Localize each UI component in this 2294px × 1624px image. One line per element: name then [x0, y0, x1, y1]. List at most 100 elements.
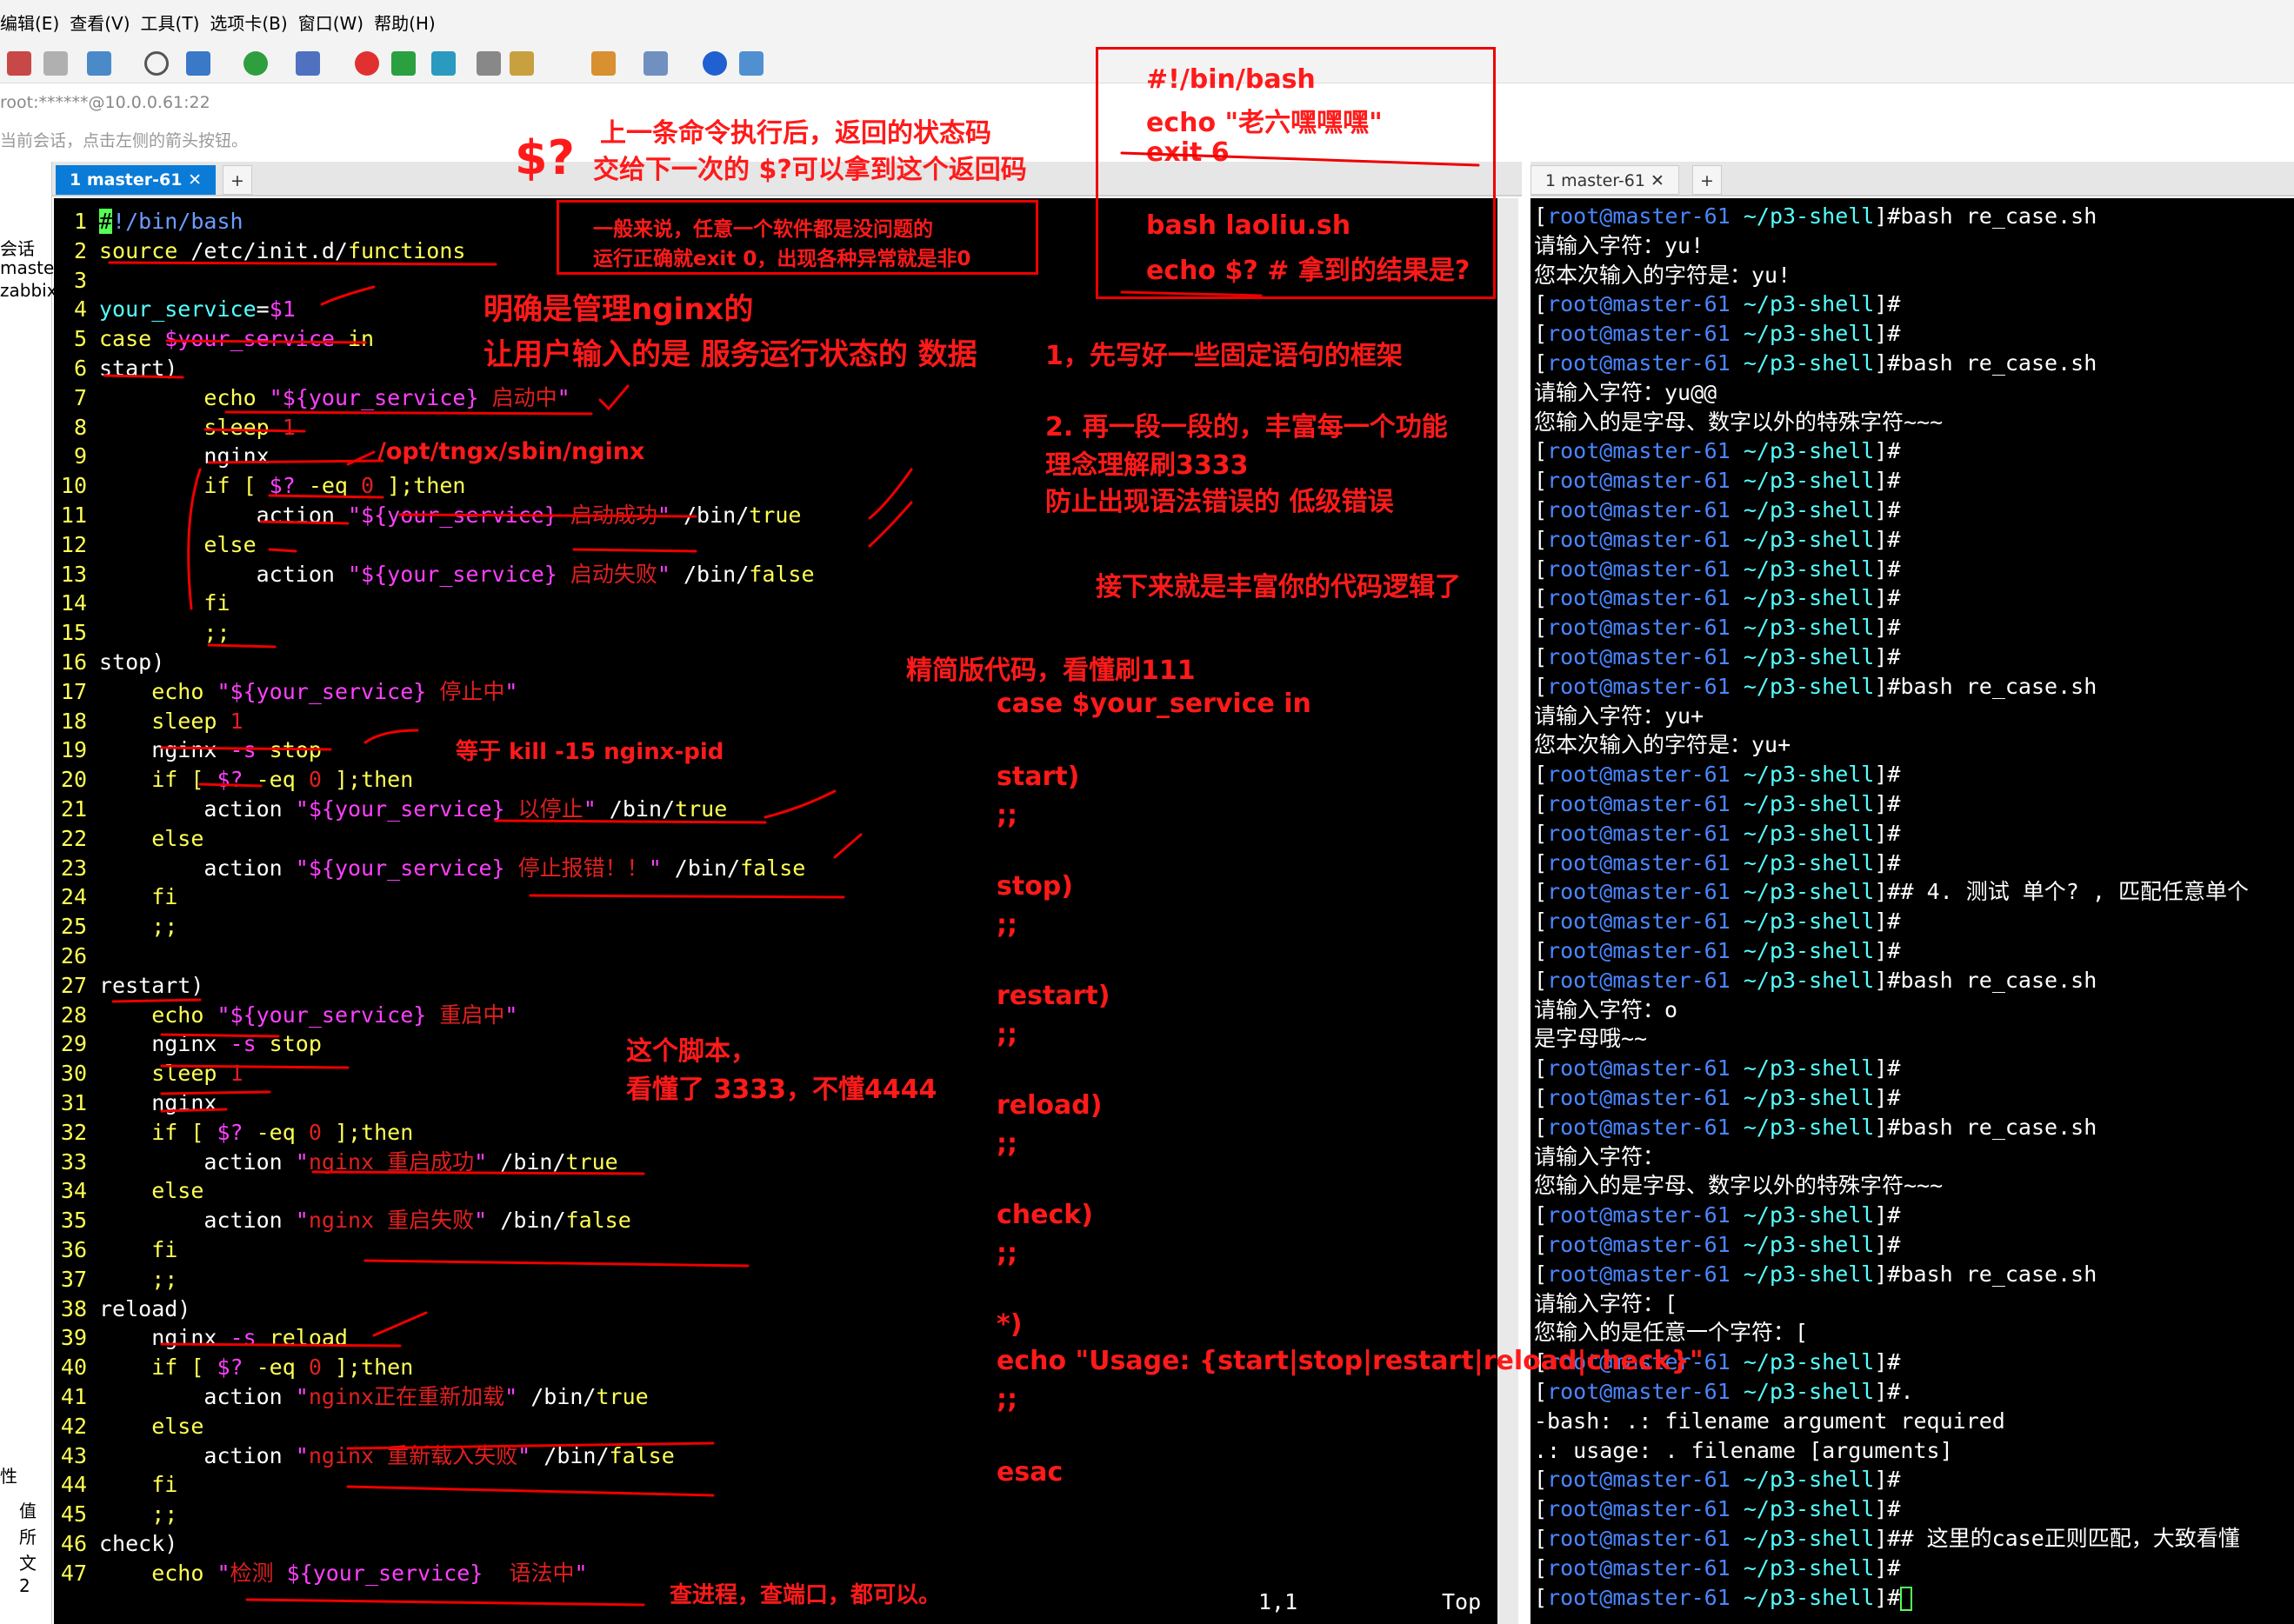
transfer-icon[interactable] — [186, 51, 210, 76]
xmanager-icon[interactable] — [391, 51, 416, 76]
prompt-part — [1731, 615, 1744, 640]
terminal-text: # — [1887, 1202, 1901, 1228]
chat-icon[interactable] — [739, 51, 764, 76]
prompt-part: [ — [1534, 909, 1548, 935]
terminal-line: [root@master-61 ~/p3-shell]# — [1530, 525, 1900, 555]
menu-window[interactable]: 窗口(W) — [298, 10, 363, 35]
line-number: 25 — [60, 914, 87, 940]
code-token: ];then — [321, 767, 414, 793]
terminal-text: # — [1887, 1349, 1901, 1375]
properties-icon[interactable] — [87, 51, 111, 76]
prompt-part: ~/p3-shell — [1743, 1114, 1875, 1140]
prompt-part — [1731, 909, 1744, 934]
prompt-part: ~/p3-shell — [1743, 1526, 1875, 1551]
terminal-line: [root@master-61 ~/p3-shell]# — [1530, 1494, 1900, 1524]
code-token: -s — [230, 737, 257, 763]
close-icon[interactable]: ✕ — [188, 170, 202, 190]
line-number: 46 — [60, 1531, 87, 1556]
code-token: " — [217, 1002, 230, 1028]
prompt-part: ] — [1874, 849, 1888, 875]
tunnel-icon[interactable] — [591, 51, 616, 76]
prompt-part: ~/p3-shell — [1743, 1379, 1875, 1404]
terminal-line: [root@master-61 ~/p3-shell]#. — [1530, 1377, 1914, 1407]
code-token: 检测 — [230, 1560, 287, 1586]
prompt-part: ~/p3-shell — [1743, 1349, 1875, 1375]
menu-edit[interactable]: 编辑(E) — [0, 10, 59, 35]
code-line: 26 — [54, 942, 99, 971]
terminal-text: # — [1887, 1496, 1901, 1522]
menu-view[interactable]: 查看(V) — [70, 10, 130, 35]
tab-left-master[interactable]: 1 master-61 ✕ — [56, 165, 216, 195]
code-line: 39 nginx -s reload — [54, 1323, 348, 1353]
cursor-position: 1,1 — [1258, 1589, 1298, 1614]
layout-icon[interactable] — [644, 51, 668, 76]
code-line: 28 echo "${your_service} 重启中" — [54, 1001, 518, 1030]
terminal-line: [root@master-61 ~/p3-shell]#bash re_case… — [1530, 966, 2097, 995]
terminal-line: [root@master-61 ~/p3-shell]# — [1530, 760, 1900, 789]
terminal-line: [root@master-61 ~/p3-shell]# — [1530, 436, 1900, 466]
prompt-part: root@master-61 — [1547, 1085, 1731, 1110]
prompt-part: [ — [1534, 1261, 1548, 1287]
code-token: if [ — [99, 1354, 217, 1381]
prompt-part: ] — [1874, 468, 1888, 494]
code-line: 24 fi — [54, 882, 177, 912]
line-number: 37 — [60, 1266, 87, 1292]
prompt-part: root@master-61 — [1547, 1554, 1731, 1581]
terminal-text: # — [1887, 526, 1901, 552]
left-scrollbar[interactable] — [1497, 198, 1518, 1624]
code-line: 18 sleep 1 — [54, 707, 243, 736]
code-token: " — [217, 1560, 230, 1586]
code-token: action — [99, 1442, 296, 1468]
xftp-icon[interactable] — [355, 51, 379, 76]
prompt-part — [1731, 497, 1744, 522]
new-session-icon[interactable] — [7, 51, 31, 76]
help-icon[interactable] — [703, 51, 727, 76]
annotation-script-note-2: 看懂了 3333，不懂4444 — [626, 1075, 937, 1105]
prompt-part: ] — [1874, 1349, 1888, 1375]
fullscreen-icon[interactable] — [431, 51, 456, 76]
lock-icon[interactable] — [510, 51, 534, 76]
tab-right-master[interactable]: 1 master-61 ✕ — [1530, 165, 1679, 195]
annotation-code-6: restart) — [997, 981, 1110, 1011]
prompt-part: [ — [1534, 820, 1548, 846]
terminal-text: 您本次输入的字符是：yu+ — [1534, 732, 1791, 758]
code-token: " — [657, 503, 670, 528]
prompt-part: ] — [1874, 1114, 1888, 1140]
code-token: nginx — [99, 443, 270, 469]
code-line: 13 action "${your_service} 启动失败" /bin/fa… — [54, 560, 815, 589]
code-token: ${your_service} — [361, 503, 557, 528]
close-icon[interactable]: ✕ — [1650, 171, 1664, 190]
code-token: " — [504, 1384, 518, 1409]
terminal-line: [root@master-61 ~/p3-shell]# — [1530, 1554, 1900, 1583]
terminal-text: -bash: .: filename argument required — [1534, 1408, 2005, 1434]
prompt-part: root@master-61 — [1547, 1114, 1731, 1140]
disconnect-icon[interactable] — [43, 51, 68, 76]
prompt-part: ~/p3-shell — [1743, 938, 1875, 963]
prompt-part: ~/p3-shell — [1743, 879, 1875, 905]
terminal-line: 您本次输入的字符是：yu! — [1530, 261, 1791, 290]
prompt-part — [1731, 850, 1744, 875]
right-terminal[interactable]: [root@master-61 ~/p3-shell]#bash re_case… — [1530, 198, 2294, 1624]
prompt-part: ] — [1874, 791, 1888, 816]
globe-icon[interactable] — [243, 51, 268, 76]
annotation-m2: 让用户输入的是 服务运行状态的 数据 — [483, 337, 977, 372]
prompt-part — [1731, 1467, 1744, 1492]
prompt-part: root@master-61 — [1547, 820, 1731, 846]
code-token: start) — [99, 356, 178, 381]
sidebar-item-sessions[interactable]: 会话 — [0, 235, 35, 260]
find-icon[interactable] — [144, 51, 169, 76]
add-tab-button-right[interactable]: + — [1692, 165, 1722, 195]
font-icon[interactable] — [296, 51, 320, 76]
code-token: 语法中 — [483, 1560, 575, 1586]
annotation-script-5: echo $? # 拿到的结果是? — [1146, 256, 1470, 286]
code-token: -eq — [243, 1119, 309, 1145]
line-number: 36 — [60, 1237, 87, 1262]
menu-help[interactable]: 帮助(H) — [374, 10, 436, 35]
menu-tabs[interactable]: 选项卡(B) — [210, 10, 287, 35]
add-tab-button[interactable]: + — [223, 165, 252, 195]
prompt-part: root@master-61 — [1547, 1584, 1731, 1610]
terminal-line: [root@master-61 ~/p3-shell]## 4. 测试 单个? … — [1530, 877, 2249, 907]
keyboard-icon[interactable] — [477, 51, 501, 76]
menu-tools[interactable]: 工具(T) — [141, 10, 200, 35]
code-line: 11 action "${your_service} 启动成功" /bin/tr… — [54, 501, 802, 530]
